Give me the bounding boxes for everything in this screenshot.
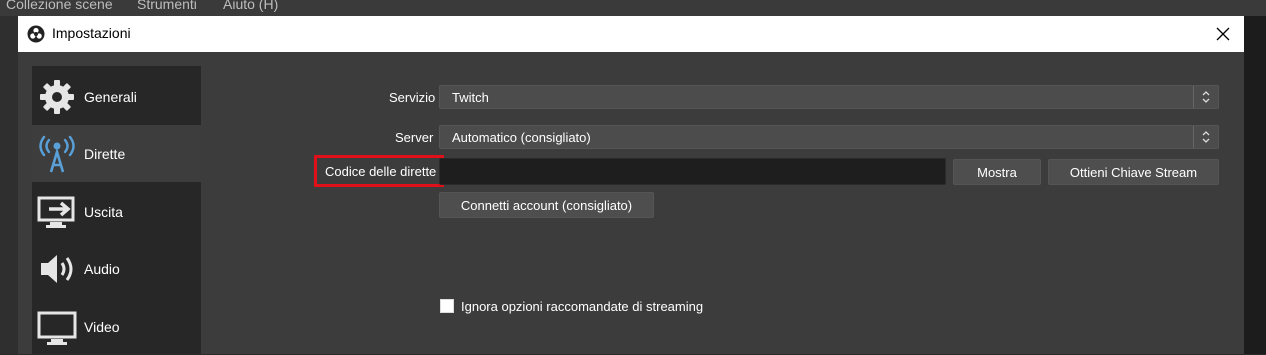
gear-icon — [40, 80, 74, 114]
close-button[interactable] — [1208, 20, 1238, 48]
service-select[interactable]: Twitch — [439, 85, 1219, 109]
menu-aiuto[interactable]: Aiuto (H) — [223, 0, 278, 12]
settings-dialog: Impostazioni Generali Dirette Uscita Aud… — [18, 16, 1244, 354]
ignore-recommended-checkbox[interactable] — [440, 299, 454, 313]
get-stream-key-button[interactable]: Ottieni Chiave Stream — [1048, 159, 1219, 185]
obs-logo-icon — [27, 25, 45, 43]
speaker-icon — [41, 255, 73, 283]
monitor-icon — [37, 311, 77, 345]
server-select[interactable]: Automatico (consigliato) — [439, 125, 1219, 149]
output-monitor-icon — [37, 196, 75, 228]
spinner-arrows-icon — [1193, 126, 1218, 148]
sidebar-item-generali[interactable]: Generali — [32, 68, 201, 125]
sidebar-item-audio[interactable]: Audio — [32, 240, 201, 297]
sidebar-item-label: Dirette — [84, 146, 126, 162]
dialog-title: Impostazioni — [52, 25, 131, 41]
spinner-arrows-icon — [1193, 86, 1218, 108]
sidebar-item-label: Uscita — [84, 204, 123, 220]
connect-account-button[interactable]: Connetti account (consigliato) — [439, 192, 654, 218]
dialog-titlebar: Impostazioni — [18, 16, 1244, 52]
broadcast-tower-icon — [39, 135, 75, 173]
background-left — [0, 16, 18, 354]
menu-bar: Collezione scene Strumenti Aiuto (H) — [0, 0, 1266, 16]
stream-key-label: Codice delle dirette — [325, 164, 437, 179]
menu-collezione-scene[interactable]: Collezione scene — [6, 0, 113, 12]
show-key-button[interactable]: Mostra — [953, 159, 1041, 185]
sidebar-item-label: Audio — [84, 261, 120, 277]
settings-sidebar: Generali Dirette Uscita Audio Video — [32, 66, 201, 354]
sidebar-item-video[interactable]: Video — [32, 298, 201, 355]
sidebar-item-label: Video — [84, 319, 120, 335]
service-label: Servizio — [389, 90, 436, 105]
close-icon — [1216, 27, 1230, 41]
sidebar-item-dirette[interactable]: Dirette — [32, 125, 201, 182]
menu-strumenti[interactable]: Strumenti — [137, 0, 197, 12]
stream-key-input[interactable] — [439, 158, 946, 185]
server-value: Automatico (consigliato) — [452, 130, 591, 145]
sidebar-item-uscita[interactable]: Uscita — [32, 183, 201, 240]
server-label: Server — [395, 130, 434, 145]
service-value: Twitch — [452, 90, 489, 105]
background-right — [1244, 16, 1266, 354]
sidebar-item-label: Generali — [84, 89, 137, 105]
ignore-recommended-label[interactable]: Ignora opzioni raccomandate di streaming — [461, 299, 703, 314]
